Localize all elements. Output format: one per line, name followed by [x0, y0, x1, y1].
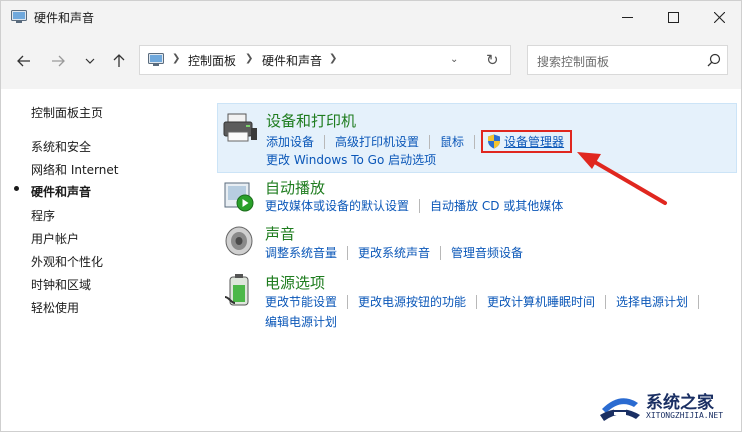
- speaker-icon: [225, 226, 253, 256]
- watermark-name: 系统之家: [646, 393, 714, 413]
- breadcrumb-separator-icon[interactable]: ❯: [329, 53, 337, 64]
- close-button[interactable]: [696, 1, 742, 33]
- address-bar[interactable]: ❯ 控制面板 ❯ 硬件和声音 ❯ ⌄ ↻: [139, 45, 511, 75]
- window-title: 硬件和声音: [34, 11, 95, 25]
- maximize-icon: [667, 11, 679, 23]
- divider: [440, 245, 442, 260]
- category-title-devices-printers[interactable]: 设备和打印机: [266, 110, 356, 131]
- autoplay-icon: [224, 182, 254, 212]
- recent-locations-button[interactable]: [79, 50, 101, 72]
- divider: [476, 294, 478, 309]
- control-panel-window: 硬件和声音 ❯ 控制面板 ❯ 硬件和声音 ❯ ⌄ ↻ 搜索控制面板 控制面板主页…: [0, 0, 742, 432]
- watermark-logo-icon: [600, 398, 640, 421]
- divider: [698, 294, 700, 309]
- watermark: 系统之家 XITONGZHIJIA.NET: [595, 384, 740, 430]
- search-icon[interactable]: [707, 53, 721, 67]
- control-panel-icon: [148, 53, 164, 66]
- address-dropdown-icon[interactable]: ⌄: [450, 54, 458, 65]
- active-bullet: [14, 186, 19, 191]
- category-title-autoplay[interactable]: 自动播放: [265, 177, 325, 198]
- navigation-bar: ❯ 控制面板 ❯ 硬件和声音 ❯ ⌄ ↻ 搜索控制面板: [1, 33, 741, 89]
- divider: [324, 134, 326, 149]
- autoplay-tasks: 更改媒体或设备的默认设置 自动播放 CD 或其他媒体: [265, 197, 563, 214]
- nav-clock-region[interactable]: 时钟和区域: [31, 276, 91, 293]
- devices-printers-tasks: 添加设备 高级打印机设置 鼠标 设备管理器: [266, 130, 573, 153]
- link-device-manager[interactable]: 设备管理器: [481, 130, 573, 153]
- arrow-left-icon: [17, 55, 30, 67]
- search-placeholder[interactable]: 搜索控制面板: [537, 53, 609, 70]
- nav-user-accounts[interactable]: 用户帐户: [31, 230, 79, 247]
- power-tasks-2: 编辑电源计划: [265, 313, 337, 330]
- link-choose-power-plan[interactable]: 选择电源计划: [616, 293, 688, 310]
- nav-control-panel-home[interactable]: 控制面板主页: [31, 104, 103, 121]
- breadcrumb-control-panel[interactable]: 控制面板: [188, 52, 236, 69]
- back-button[interactable]: [13, 50, 35, 72]
- divider: [347, 294, 349, 309]
- forward-button[interactable]: [47, 50, 69, 72]
- arrow-right-icon: [52, 55, 65, 67]
- annotation-arrow-icon: [577, 152, 667, 205]
- power-tasks: 更改节能设置 更改电源按钮的功能 更改计算机睡眠时间 选择电源计划: [265, 293, 709, 310]
- left-navigation: 控制面板主页 系统和安全 网络和 Internet 硬件和声音 程序 用户帐户 …: [1, 89, 211, 431]
- title-bar: 硬件和声音: [1, 1, 741, 33]
- divider: [474, 134, 476, 149]
- divider: [429, 134, 431, 149]
- category-title-sound[interactable]: 声音: [265, 223, 295, 244]
- close-icon: [713, 11, 725, 23]
- link-change-power-saving[interactable]: 更改节能设置: [265, 293, 337, 310]
- printer-icon: [223, 113, 257, 142]
- chevron-down-icon: [85, 58, 95, 64]
- watermark-url: XITONGZHIJIA.NET: [646, 411, 724, 420]
- divider: [347, 245, 349, 260]
- sound-tasks: 调整系统音量 更改系统声音 管理音频设备: [265, 244, 523, 261]
- link-mouse[interactable]: 鼠标: [440, 133, 464, 150]
- nav-programs[interactable]: 程序: [31, 207, 55, 224]
- link-change-system-sounds[interactable]: 更改系统声音: [358, 244, 430, 261]
- refresh-icon[interactable]: ↻: [486, 51, 499, 69]
- link-add-device[interactable]: 添加设备: [266, 133, 314, 150]
- link-edit-power-plan[interactable]: 编辑电源计划: [265, 313, 337, 330]
- arrow-up-icon: [113, 54, 125, 67]
- link-advanced-printer-setup[interactable]: 高级打印机设置: [335, 133, 419, 150]
- nav-appearance[interactable]: 外观和个性化: [31, 253, 103, 270]
- breadcrumb-separator-icon[interactable]: ❯: [245, 53, 253, 64]
- nav-ease-of-access[interactable]: 轻松使用: [31, 299, 79, 316]
- link-power-button-function[interactable]: 更改电源按钮的功能: [358, 293, 466, 310]
- breadcrumb-separator-icon[interactable]: ❯: [172, 53, 180, 64]
- uac-shield-icon: [488, 134, 501, 149]
- divider: [419, 198, 421, 213]
- devices-printers-tasks-2: 更改 Windows To Go 启动选项: [266, 151, 436, 168]
- maximize-button[interactable]: [650, 1, 696, 33]
- link-windows-to-go[interactable]: 更改 Windows To Go 启动选项: [266, 151, 436, 168]
- breadcrumb-hardware-sound[interactable]: 硬件和声音: [262, 52, 322, 69]
- minimize-icon: [621, 16, 633, 18]
- link-computer-sleep-time[interactable]: 更改计算机睡眠时间: [487, 293, 595, 310]
- divider: [605, 294, 607, 309]
- link-change-media-defaults[interactable]: 更改媒体或设备的默认设置: [265, 197, 409, 214]
- search-box[interactable]: 搜索控制面板: [527, 45, 728, 75]
- battery-icon: [224, 274, 249, 306]
- link-autoplay-cd[interactable]: 自动播放 CD 或其他媒体: [430, 197, 563, 214]
- link-manage-audio-devices[interactable]: 管理音频设备: [451, 244, 523, 261]
- nav-system-security[interactable]: 系统和安全: [31, 138, 91, 155]
- category-title-power-options[interactable]: 电源选项: [265, 272, 325, 293]
- minimize-button[interactable]: [604, 1, 650, 33]
- nav-network-internet[interactable]: 网络和 Internet: [31, 161, 118, 178]
- control-panel-icon: [11, 10, 27, 23]
- link-adjust-volume[interactable]: 调整系统音量: [265, 244, 337, 261]
- category-sound: 声音 调整系统音量 更改系统声音 管理音频设备: [217, 220, 737, 264]
- link-device-manager-label[interactable]: 设备管理器: [504, 133, 564, 150]
- up-button[interactable]: [108, 50, 130, 72]
- category-power-options: 电源选项 更改节能设置 更改电源按钮的功能 更改计算机睡眠时间 选择电源计划 编…: [217, 269, 737, 333]
- nav-hardware-sound[interactable]: 硬件和声音: [31, 183, 91, 200]
